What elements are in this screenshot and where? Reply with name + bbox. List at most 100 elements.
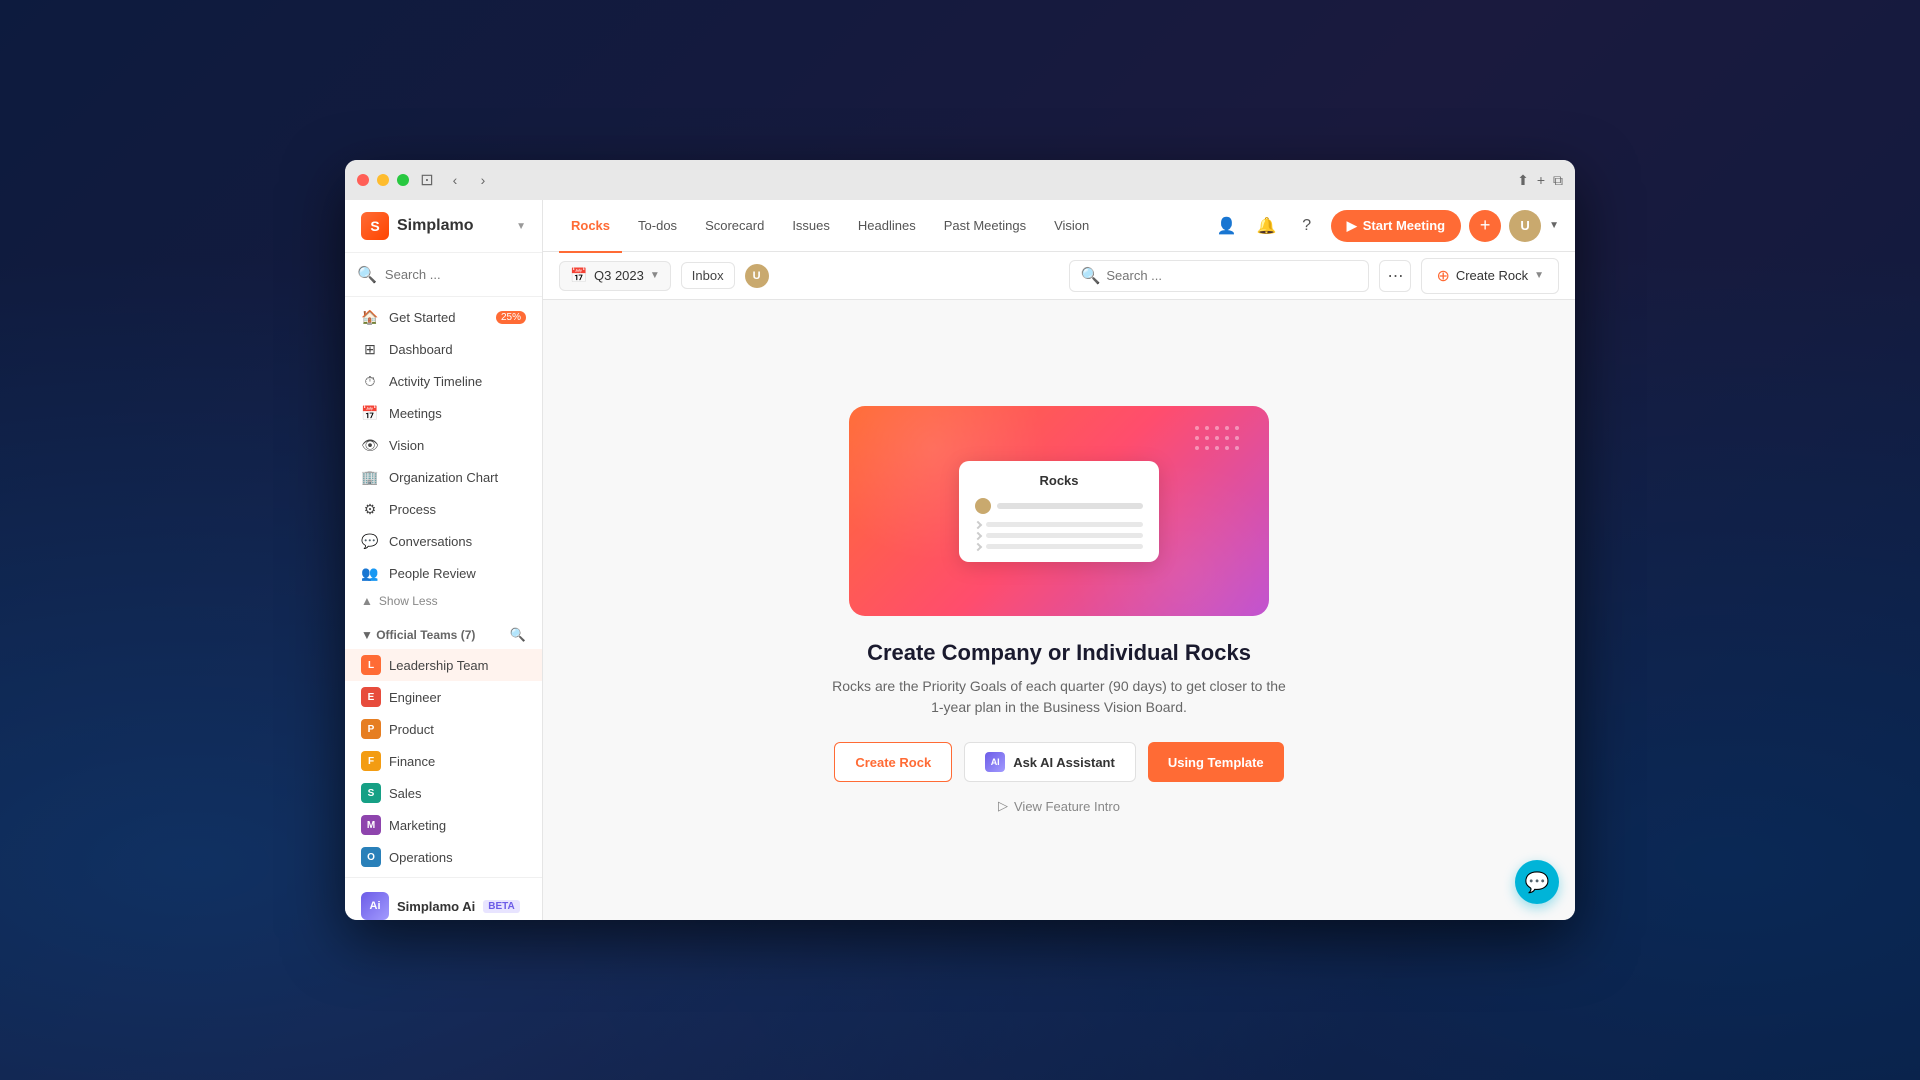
leadership-team-avatar: L xyxy=(361,655,381,675)
team-item-marketing[interactable]: M Marketing xyxy=(345,809,542,841)
rocks-preview-card: Rocks xyxy=(959,461,1159,562)
nav-item-org-chart[interactable]: 🏢 Organization Chart xyxy=(345,461,542,493)
beta-badge: BETA xyxy=(483,900,519,913)
browser-window: ⊡ ‹ › ⬆ + ⧉ S Simplamo ▼ 🔍 ⌘ K xyxy=(345,160,1575,920)
filter-button[interactable]: ⋯ xyxy=(1379,260,1411,292)
help-btn[interactable]: ? xyxy=(1291,210,1323,242)
show-less-arrow-icon: ▲ xyxy=(361,594,373,608)
user-profile-btn[interactable]: 👤 xyxy=(1211,210,1243,242)
browser-share-icon[interactable]: ⬆ xyxy=(1517,172,1529,189)
nav-item-meetings[interactable]: 📅 Meetings xyxy=(345,397,542,429)
empty-state-title: Create Company or Individual Rocks xyxy=(867,640,1251,666)
view-feature-intro-link[interactable]: ▷ View Feature Intro xyxy=(998,798,1120,814)
product-team-avatar: P xyxy=(361,719,381,739)
ask-ai-assistant-button[interactable]: AI Ask AI Assistant xyxy=(964,742,1136,782)
sidebar: S Simplamo ▼ 🔍 ⌘ K 🏠 Get Started 25% xyxy=(345,200,543,920)
sidebar-search-input[interactable] xyxy=(385,267,543,282)
toolbar-search-icon: 🔍 xyxy=(1080,266,1100,286)
quarter-selector[interactable]: 📅 Q3 2023 ▼ xyxy=(559,261,671,291)
nav-item-activity-timeline[interactable]: ⏱ Activity Timeline xyxy=(345,365,542,397)
traffic-light-green[interactable] xyxy=(397,174,409,186)
global-add-button[interactable]: + xyxy=(1469,210,1501,242)
nav-item-dashboard[interactable]: ⊞ Dashboard xyxy=(345,333,542,365)
browser-forward-btn[interactable]: › xyxy=(473,170,493,190)
row-arrow-icon-1 xyxy=(974,520,982,528)
toolbar-search-input[interactable] xyxy=(1106,268,1358,283)
engineer-team-avatar: E xyxy=(361,687,381,707)
rocks-illustration: Rocks xyxy=(849,406,1269,616)
nav-item-get-started[interactable]: 🏠 Get Started 25% xyxy=(345,301,542,333)
tab-scorecard[interactable]: Scorecard xyxy=(693,212,776,239)
teams-search-icon[interactable]: 🔍 xyxy=(510,627,526,643)
finance-team-avatar: F xyxy=(361,751,381,771)
main-content: Rocks To-dos Scorecard Issues Headlines … xyxy=(543,200,1575,920)
inbox-button[interactable]: Inbox xyxy=(681,262,735,289)
row-arrow-icon-2 xyxy=(974,531,982,539)
sidebar-logo[interactable]: S Simplamo ▼ xyxy=(345,200,542,253)
tab-to-dos[interactable]: To-dos xyxy=(626,212,689,239)
nav-item-vision[interactable]: 👁 Vision xyxy=(345,429,542,461)
app-container: S Simplamo ▼ 🔍 ⌘ K 🏠 Get Started 25% xyxy=(345,200,1575,920)
notifications-btn[interactable]: 🔔 xyxy=(1251,210,1283,242)
tab-past-meetings[interactable]: Past Meetings xyxy=(932,212,1038,239)
using-template-button[interactable]: Using Template xyxy=(1148,742,1284,782)
show-less-button[interactable]: ▲ Show Less xyxy=(345,589,542,613)
nav-item-conversations[interactable]: 💬 Conversations xyxy=(345,525,542,557)
logo-dropdown-icon[interactable]: ▼ xyxy=(516,221,526,232)
top-nav: Rocks To-dos Scorecard Issues Headlines … xyxy=(543,200,1575,252)
simplamo-ai-logo: Ai xyxy=(361,892,389,920)
rocks-card-row-1 xyxy=(975,522,1143,528)
rocks-mini-line xyxy=(997,503,1143,509)
team-item-sales[interactable]: S Sales xyxy=(345,777,542,809)
create-rock-empty-button[interactable]: Create Rock xyxy=(834,742,952,782)
ai-assistant-icon: AI xyxy=(985,752,1005,772)
nav-item-label: People Review xyxy=(389,566,476,581)
chat-bubble-button[interactable]: 💬 xyxy=(1515,860,1559,904)
browser-chrome: ⊡ ‹ › ⬆ + ⧉ xyxy=(345,160,1575,200)
toolbar-search-container: 🔍 xyxy=(1069,260,1369,292)
org-chart-icon: 🏢 xyxy=(361,468,379,486)
team-item-finance[interactable]: F Finance xyxy=(345,745,542,777)
tab-rocks[interactable]: Rocks xyxy=(559,212,622,239)
nav-item-people-review[interactable]: 👥 People Review xyxy=(345,557,542,589)
simplamo-ai-item[interactable]: Ai Simplamo Ai BETA xyxy=(345,886,542,920)
sidebar-toggle-icon[interactable]: ⊡ xyxy=(417,170,437,190)
browser-new-tab-icon[interactable]: + xyxy=(1537,172,1545,189)
rocks-card-row-2 xyxy=(975,533,1143,539)
browser-copy-icon[interactable]: ⧉ xyxy=(1553,172,1563,189)
row-line-1 xyxy=(986,522,1143,527)
team-item-operations[interactable]: O Operations xyxy=(345,841,542,873)
team-item-engineer[interactable]: E Engineer xyxy=(345,681,542,713)
teams-collapse-icon[interactable]: ▼ xyxy=(361,628,376,642)
user-avatar-filter[interactable]: U xyxy=(745,264,769,288)
empty-state: Rocks xyxy=(809,386,1309,834)
teams-header: ▼ Official Teams (7) 🔍 xyxy=(345,621,542,649)
row-line-3 xyxy=(986,544,1143,549)
row-arrow-icon-3 xyxy=(974,542,982,550)
rocks-card-row-3 xyxy=(975,544,1143,550)
team-item-product[interactable]: P Product xyxy=(345,713,542,745)
team-item-leadership[interactable]: L Leadership Team xyxy=(345,649,542,681)
create-rock-button[interactable]: ⊕ Create Rock ▼ xyxy=(1421,258,1559,294)
row-line-2 xyxy=(986,533,1143,538)
traffic-light-red[interactable] xyxy=(357,174,369,186)
action-buttons-row: Create Rock AI Ask AI Assistant Using Te… xyxy=(834,742,1283,782)
get-started-badge: 25% xyxy=(496,311,526,324)
tab-headlines[interactable]: Headlines xyxy=(846,212,928,239)
nav-item-label: Meetings xyxy=(389,406,442,421)
user-dropdown-arrow[interactable]: ▼ xyxy=(1549,220,1559,231)
browser-back-btn[interactable]: ‹ xyxy=(445,170,465,190)
content-area: Rocks xyxy=(543,300,1575,920)
nav-item-process[interactable]: ⚙ Process xyxy=(345,493,542,525)
nav-item-label: Vision xyxy=(389,438,424,453)
tab-issues[interactable]: Issues xyxy=(780,212,842,239)
browser-controls: ⬆ + ⧉ xyxy=(1517,172,1563,189)
start-meeting-button[interactable]: ▶ Start Meeting xyxy=(1331,210,1461,242)
traffic-light-yellow[interactable] xyxy=(377,174,389,186)
tab-vision[interactable]: Vision xyxy=(1042,212,1101,239)
user-avatar-dropdown[interactable]: U xyxy=(1509,210,1541,242)
chat-bubble-icon: 💬 xyxy=(1525,870,1550,895)
teams-section: ▼ Official Teams (7) 🔍 L Leadership Team… xyxy=(345,617,542,877)
get-started-icon: 🏠 xyxy=(361,308,379,326)
activity-timeline-icon: ⏱ xyxy=(361,372,379,390)
